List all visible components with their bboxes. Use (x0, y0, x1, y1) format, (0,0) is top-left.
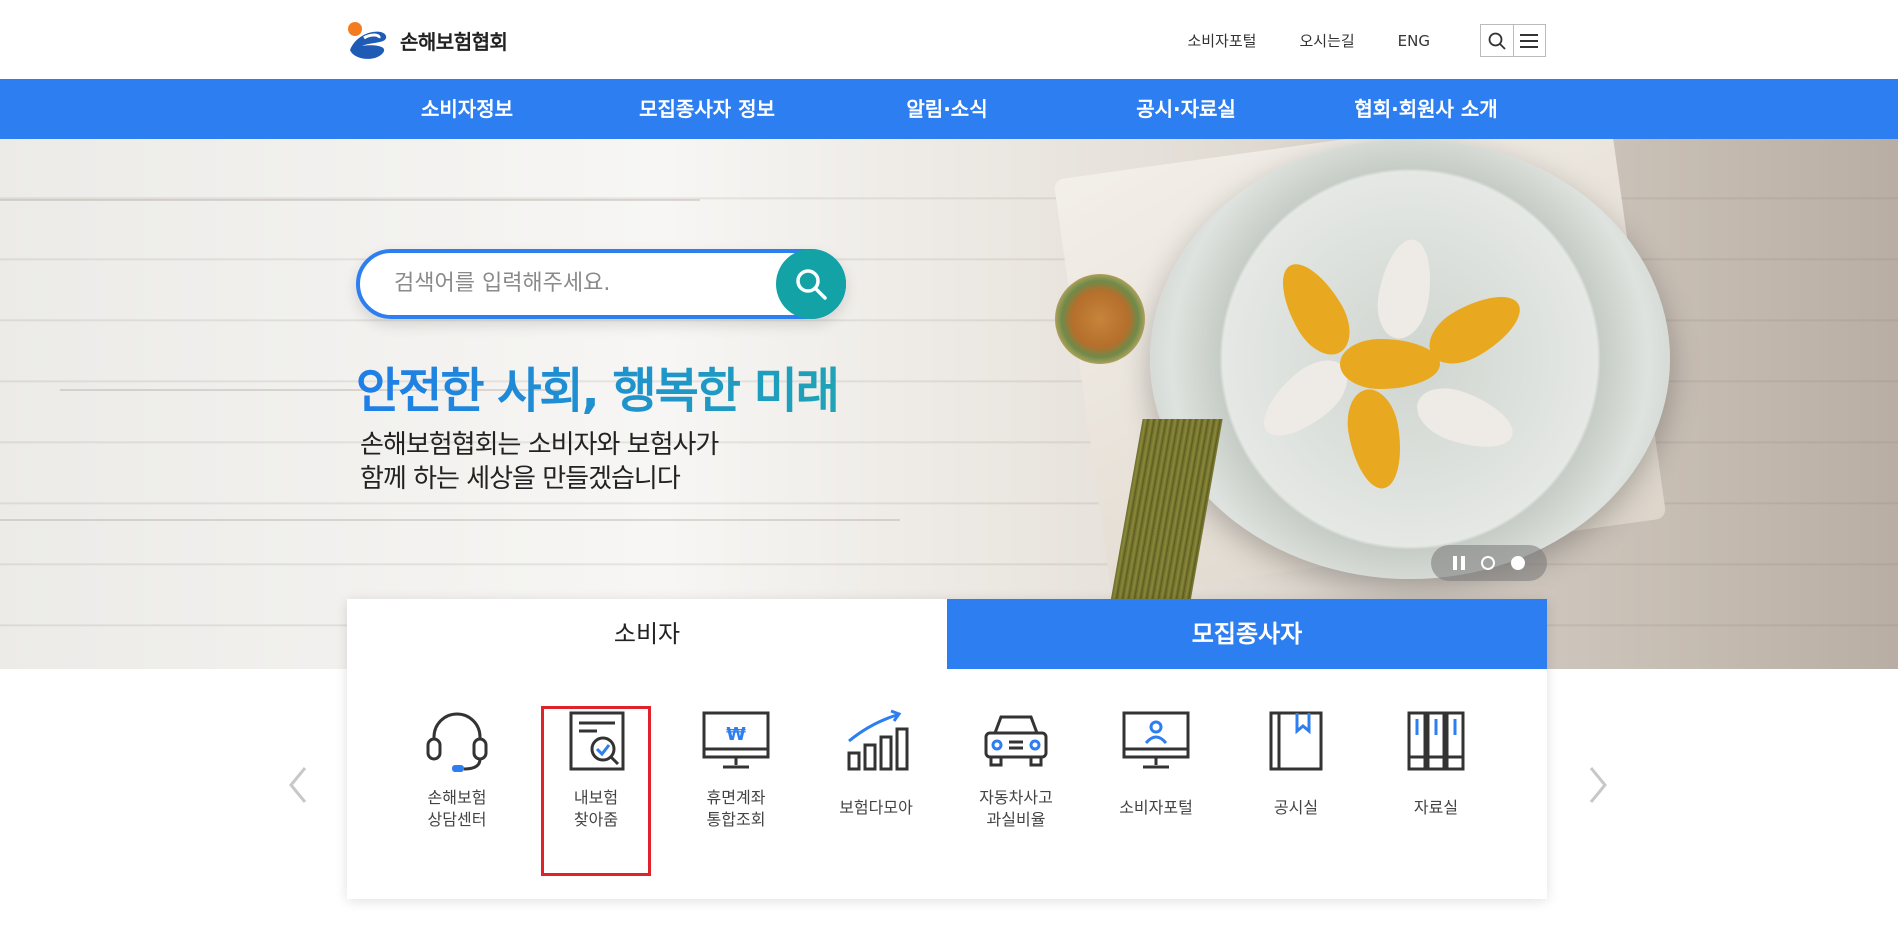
tab-agent[interactable]: 모집종사자 (947, 599, 1547, 669)
service-label-line1: 휴면계좌 (706, 788, 766, 807)
search-icon[interactable] (1481, 25, 1513, 56)
hero-search-bar (356, 249, 846, 319)
hero-subtext-line1: 손해보험협회는 소비자와 보험사가 (360, 430, 719, 460)
hero-search-button[interactable] (776, 249, 846, 319)
service-car-accident-fault[interactable]: 자동차사고과실비율 (961, 709, 1071, 831)
nav-about[interactable]: 협회·회원사 소개 (1354, 79, 1497, 139)
hero-subtext-line2: 함께 하는 세상을 만들겠습니다 (360, 464, 681, 494)
nav-disclosure[interactable]: 공시·자료실 (1136, 79, 1236, 139)
prev-arrow-icon[interactable] (283, 760, 313, 810)
service-counseling-center[interactable]: 손해보험상담센터 (402, 709, 512, 831)
dumpling-image (1409, 378, 1521, 460)
search-icon (796, 269, 827, 300)
service-label-line1: 자료실 (1413, 798, 1459, 817)
dumpling-image (1371, 235, 1439, 343)
service-insurance-damoa[interactable]: 보험다모아 (821, 709, 931, 819)
nav-consumer-info[interactable]: 소비자정보 (421, 79, 513, 139)
growth-chart-icon (847, 709, 909, 771)
service-data-room[interactable]: 자료실 (1381, 709, 1491, 819)
nav-agent-info[interactable]: 모집종사자 정보 (639, 79, 775, 139)
next-arrow-icon[interactable] (1583, 760, 1613, 810)
header-icon-buttons (1480, 24, 1546, 57)
top-utility-links: 소비자포털 오시는길 ENG (1187, 24, 1546, 57)
slide-dot-2[interactable] (1511, 556, 1525, 570)
menu-icon[interactable] (1512, 25, 1546, 56)
car-icon (984, 715, 1048, 767)
wood-grain (0, 519, 900, 521)
book-icon (1269, 711, 1323, 771)
site-logo[interactable]: 손해보험협회 (346, 20, 508, 60)
dumpling-image (1341, 385, 1409, 493)
english-link[interactable]: ENG (1398, 32, 1430, 50)
slide-controls (1431, 545, 1547, 581)
norigae-ornament-image (1055, 274, 1145, 364)
highlight-box (541, 706, 651, 876)
service-label-line2: 통합조회 (706, 810, 766, 829)
service-label-line1: 공시실 (1273, 798, 1319, 817)
binders-icon (1407, 711, 1465, 771)
service-disclosure-room[interactable]: 공시실 (1241, 709, 1351, 819)
logo-text: 손해보험협회 (400, 29, 508, 54)
service-label-line2: 과실비율 (986, 810, 1046, 829)
plate-image (1150, 139, 1670, 579)
logo-mark-icon (346, 20, 392, 60)
consumer-portal-link[interactable]: 소비자포털 (1187, 30, 1256, 51)
dumpling-image (1340, 339, 1440, 389)
service-label-line2: 상담센터 (427, 810, 487, 829)
nav-news[interactable]: 알림·소식 (906, 79, 987, 139)
service-dormant-account[interactable]: ₩ 휴면계좌통합조회 (681, 709, 791, 831)
tab-consumer[interactable]: 소비자 (347, 599, 947, 669)
service-label-line1: 소비자포털 (1119, 798, 1193, 817)
service-label-line1: 손해보험 (427, 788, 487, 807)
hero-banner: 안전한 사회, 행복한 미래 손해보험협회는 소비자와 보험사가 함께 하는 세… (0, 139, 1898, 669)
monitor-won-icon: ₩ (702, 711, 770, 769)
monitor-user-icon (1122, 711, 1190, 769)
headset-icon (426, 712, 488, 772)
slide-dot-1[interactable] (1481, 556, 1495, 570)
hero-slogan: 안전한 사회, 행복한 미래 (356, 351, 840, 421)
svg-text:₩: ₩ (726, 724, 746, 745)
wood-grain (0, 199, 700, 201)
quick-service-card: 소비자 모집종사자 손해보험 상담센터 내보험 찾아줌 ₩ 휴면계좌 통합조회 … (347, 599, 1547, 899)
directions-link[interactable]: 오시는길 (1299, 30, 1354, 51)
service-consumer-portal[interactable]: 소비자포털 (1101, 709, 1211, 819)
service-label-line1: 자동차사고 (979, 788, 1053, 807)
pause-icon[interactable] (1453, 556, 1465, 570)
site-header: 손해보험협회 소비자포털 오시는길 ENG (0, 0, 1898, 79)
service-label-line1: 보험다모아 (839, 798, 913, 817)
main-nav: 소비자정보 모집종사자 정보 알림·소식 공시·자료실 협회·회원사 소개 (0, 79, 1898, 139)
hero-search-input[interactable] (394, 271, 744, 296)
